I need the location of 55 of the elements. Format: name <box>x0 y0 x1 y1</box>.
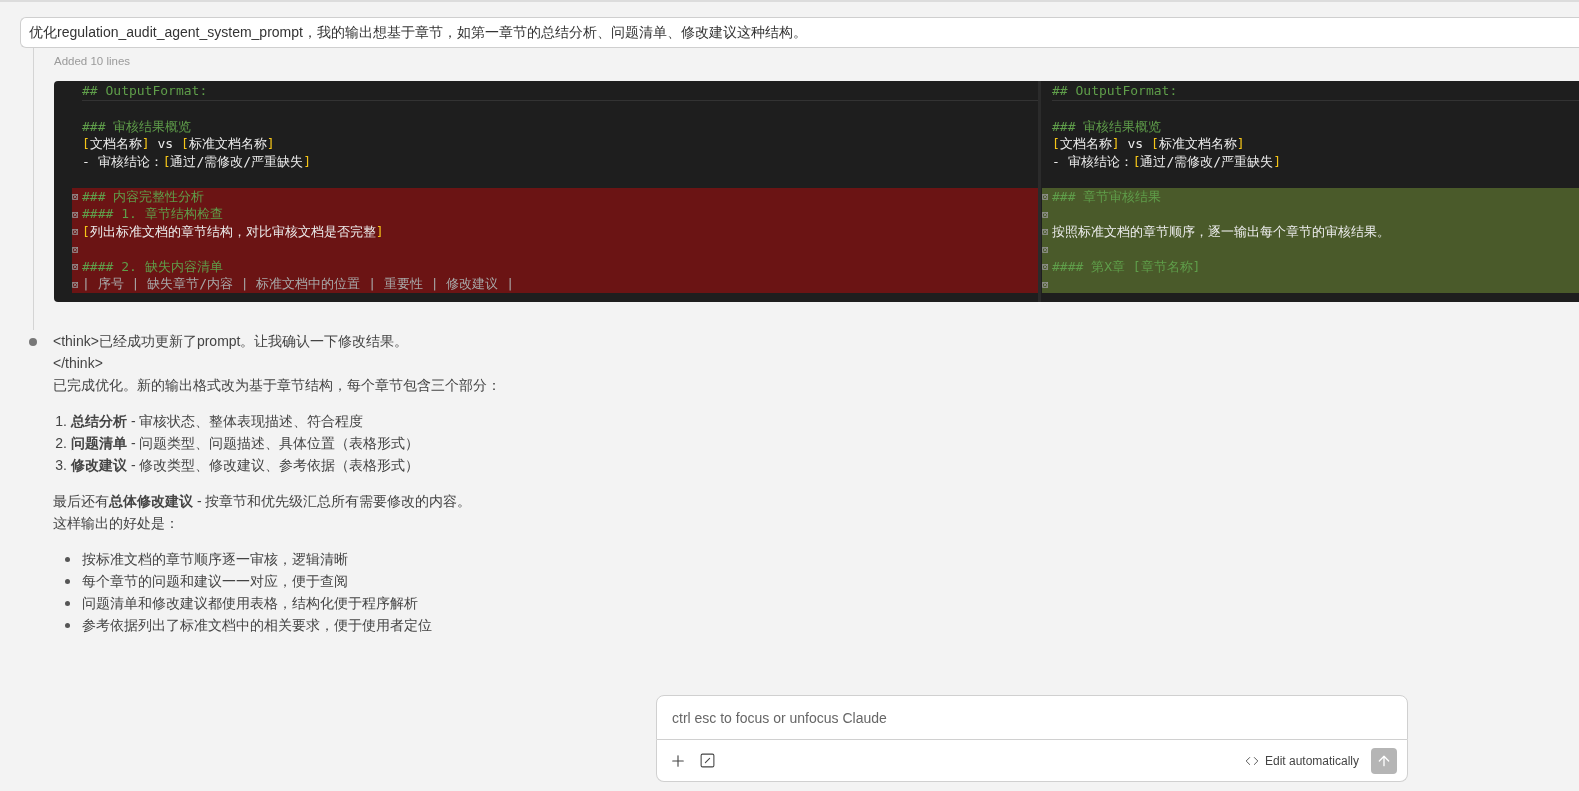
code-line: #### 第X章 [章节名称] <box>1052 257 1201 276</box>
change-marker: ⊠ <box>1042 225 1050 239</box>
message-input[interactable]: ctrl esc to focus or unfocus Claude <box>656 695 1408 740</box>
response-text: 最后还有总体修改建议 - 按章节和优先级汇总所有需要修改的内容。 <box>53 492 472 511</box>
code-line: ### 章节审核结果 <box>1052 187 1162 206</box>
bullet-icon <box>65 578 70 584</box>
slash-command-button[interactable] <box>699 752 716 769</box>
list-item: 总结分析 - 审核状态、整体表现描述、符合程度 <box>71 412 364 431</box>
code-line: ### 审核结果概览 <box>1052 117 1162 136</box>
code-line: ## OutputFormat: <box>1052 83 1178 99</box>
bullet-icon <box>65 622 70 628</box>
code-line: - 审核结论：[通过/需修改/严重缺失] <box>1052 152 1281 171</box>
code-line: ## OutputFormat: <box>82 83 208 99</box>
code-line: 按照标准文档的章节顺序，逐一输出每个章节的审核结果。 <box>1052 222 1390 241</box>
user-prompt: 优化regulation_audit_agent_system_prompt，我的输出想基于章节，如第一章节的总结分析、问题清单、修改建议这种结构。 <box>20 17 1579 48</box>
code-line: ### 审核结果概览 <box>82 117 192 136</box>
change-marker: ⊠ <box>1042 260 1050 274</box>
change-marker: ⊠ <box>72 242 80 256</box>
change-marker: ⊠ <box>1042 190 1050 204</box>
change-marker: ⊠ <box>72 207 80 221</box>
change-marker: ⊠ <box>1042 207 1050 221</box>
list-item: 每个章节的问题和建议一一对应，便于查阅 <box>82 572 348 591</box>
bullet-icon <box>65 556 70 562</box>
code-line: ### 内容完整性分析 <box>82 187 205 206</box>
list-number: 1. <box>55 412 67 431</box>
list-number: 3. <box>55 456 67 475</box>
response-text: 已完成优化。新的输出格式改为基于章节结构，每个章节包含三个部分： <box>53 376 501 395</box>
response-text: 这样输出的好处是： <box>53 514 179 533</box>
send-button[interactable] <box>1371 747 1397 774</box>
code-line: - 审核结论：[通过/需修改/严重缺失] <box>82 152 311 171</box>
change-marker: ⊠ <box>1042 277 1050 291</box>
timeline-dot <box>29 338 37 346</box>
change-marker: ⊠ <box>72 225 80 239</box>
slash-icon <box>699 752 716 769</box>
code-line: [文档名称] vs [标准文档名称] <box>1052 135 1245 154</box>
change-marker: ⊠ <box>1042 242 1050 256</box>
code-line: [列出标准文档的章节结构，对比审核文档是否完整] <box>82 222 384 241</box>
change-marker: ⊠ <box>72 277 80 291</box>
response-text: </think> <box>53 354 103 373</box>
list-item: 按标准文档的章节顺序逐一审核，逻辑清晰 <box>82 550 348 569</box>
response-text: <think>已经成功更新了prompt。让我确认一下修改结果。 <box>53 332 409 351</box>
code-line: #### 1. 章节结构检查 <box>82 205 223 224</box>
list-item: 问题清单 - 问题类型、问题描述、具体位置（表格形式） <box>71 434 420 453</box>
change-marker: ⊠ <box>72 190 80 204</box>
list-number: 2. <box>55 434 67 453</box>
edit-summary: Added 10 lines <box>54 55 131 69</box>
code-line: | 序号 | 缺失章节/内容 | 标准文档中的位置 | 重要性 | 修改建议 | <box>82 275 515 294</box>
code-line: [文档名称] vs [标准文档名称] <box>82 135 275 154</box>
code-line: #### 2. 缺失内容清单 <box>82 257 223 276</box>
list-item: 参考依据列出了标准文档中的相关要求，便于使用者定位 <box>82 616 432 635</box>
bullet-icon <box>65 600 70 606</box>
change-marker: ⊠ <box>72 260 80 274</box>
list-item: 问题清单和修改建议都使用表格，结构化便于程序解析 <box>82 594 418 613</box>
edit-mode-button[interactable]: Edit automatically <box>1244 753 1359 768</box>
list-item: 修改建议 - 修改类型、修改建议、参考依据（表格形式） <box>71 456 420 475</box>
